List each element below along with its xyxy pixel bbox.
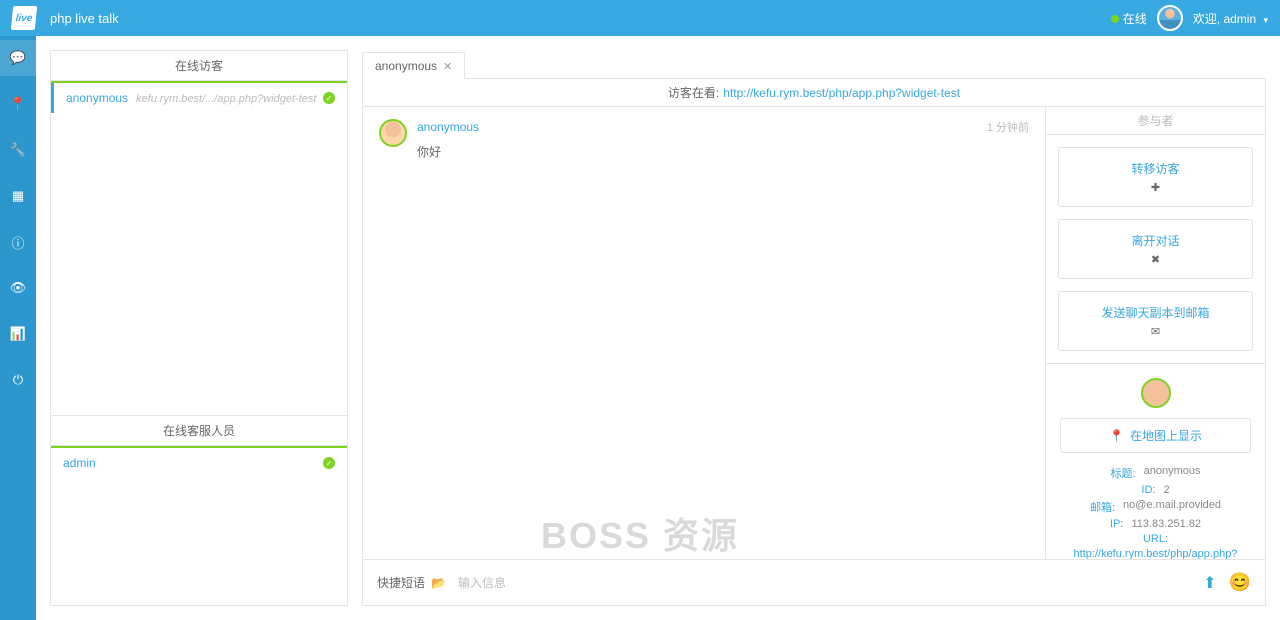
visitor-url: kefu.rym.best/.../app.php?widget-test [136,93,316,105]
leave-chat-button[interactable]: 离开对话 ✖ [1058,219,1253,279]
send-transcript-button[interactable]: 发送聊天副本到邮箱 ✉ [1058,291,1253,351]
avatar[interactable] [1157,5,1183,31]
operator-row[interactable]: admin ✓ [51,448,347,478]
chevron-down-icon: ▾ [1263,15,1268,25]
message-text: 你好 [417,143,1029,160]
visitor-avatar [1141,378,1171,408]
chat-messages: anonymous 1 分钟前 你好 [363,107,1045,559]
viewing-url-link[interactable]: http://kefu.rym.best/php/app.php?widget-… [723,86,960,100]
show-on-map-button[interactable]: 📍 在地图上显示 [1060,418,1251,453]
visitor-row[interactable]: anonymous kefu.rym.best/.../app.php?widg… [51,83,347,113]
nav-power-icon[interactable]: ⏻ [0,368,36,392]
message-time: 1 分钟前 [987,119,1029,135]
info-url-link[interactable]: http://kefu.rym.best/php/app.php?widget-… [1074,548,1238,559]
nav-info-icon[interactable]: ⓘ [0,230,36,254]
upload-icon[interactable]: ⬆ [1203,573,1216,593]
chat-column: anonymous ✕ 访客在看: http://kefu.rym.best/p… [362,50,1266,606]
participants-title: 参与者 [1046,107,1265,135]
close-icon[interactable]: ✕ [443,60,452,73]
emoji-icon[interactable]: 😊 [1229,572,1251,593]
message-avatar [379,119,407,147]
nav-location-icon[interactable]: 📍 [0,92,36,116]
viewing-bar: 访客在看: http://kefu.rym.best/php/app.php?w… [363,79,1265,107]
operator-list: admin ✓ [51,448,347,605]
visitor-list: anonymous kefu.rym.best/.../app.php?widg… [51,83,347,415]
message-author: anonymous [417,120,479,134]
chat-tabs: anonymous ✕ [362,50,1266,78]
online-status[interactable]: 在线 [1111,10,1147,27]
pin-icon: 📍 [1109,429,1124,443]
check-icon: ✓ [323,92,335,104]
top-bar: live php live talk 在线 欢迎, admin ▾ [0,0,1280,36]
chat-footer: 快捷短语 📂 ⬆ 😊 [363,559,1265,605]
chat-tab[interactable]: anonymous ✕ [362,52,465,79]
transfer-visitor-button[interactable]: 转移访客 ✚ [1058,147,1253,207]
nav-report-icon[interactable]: 📊 [0,322,36,346]
app-title: php live talk [50,11,119,26]
quick-phrases-button[interactable]: 快捷短语 📂 [377,574,446,591]
visitor-name: anonymous [66,91,128,105]
message-input[interactable] [458,576,1191,590]
nav-wrench-icon[interactable]: 🔧 [0,138,36,162]
operator-name: admin [63,456,96,470]
nav-chat-icon[interactable]: 💬 [0,46,36,70]
operators-header: 在线客服人员 [51,416,347,446]
visitors-column: 在线访客 anonymous kefu.rym.best/.../app.php… [50,50,348,606]
visitors-header: 在线访客 [51,51,347,81]
tab-label: anonymous [375,59,437,73]
mail-icon: ✉ [1067,325,1244,338]
nav-grid-icon[interactable]: ▦ [0,184,36,208]
check-icon: ✓ [323,457,335,469]
logo: live [11,6,38,30]
side-panel: 参与者 转移访客 ✚ 离开对话 ✖ 发送聊天副本到邮箱 [1045,107,1265,559]
close-icon: ✖ [1067,253,1244,266]
chat-message: anonymous 1 分钟前 你好 [379,119,1029,160]
plus-icon: ✚ [1067,181,1244,194]
nav-rail: 💬 📍 🔧 ▦ ⓘ 👁 📊 ⏻ [0,36,36,620]
folder-icon: 📂 [431,576,446,590]
visitor-info: 📍 在地图上显示 标题:anonymous ID:2 邮箱:no@e.mail.… [1046,364,1265,559]
nav-eye-icon[interactable]: 👁 [0,276,36,300]
status-dot-icon [1111,15,1119,23]
welcome-text[interactable]: 欢迎, admin ▾ [1193,10,1268,27]
